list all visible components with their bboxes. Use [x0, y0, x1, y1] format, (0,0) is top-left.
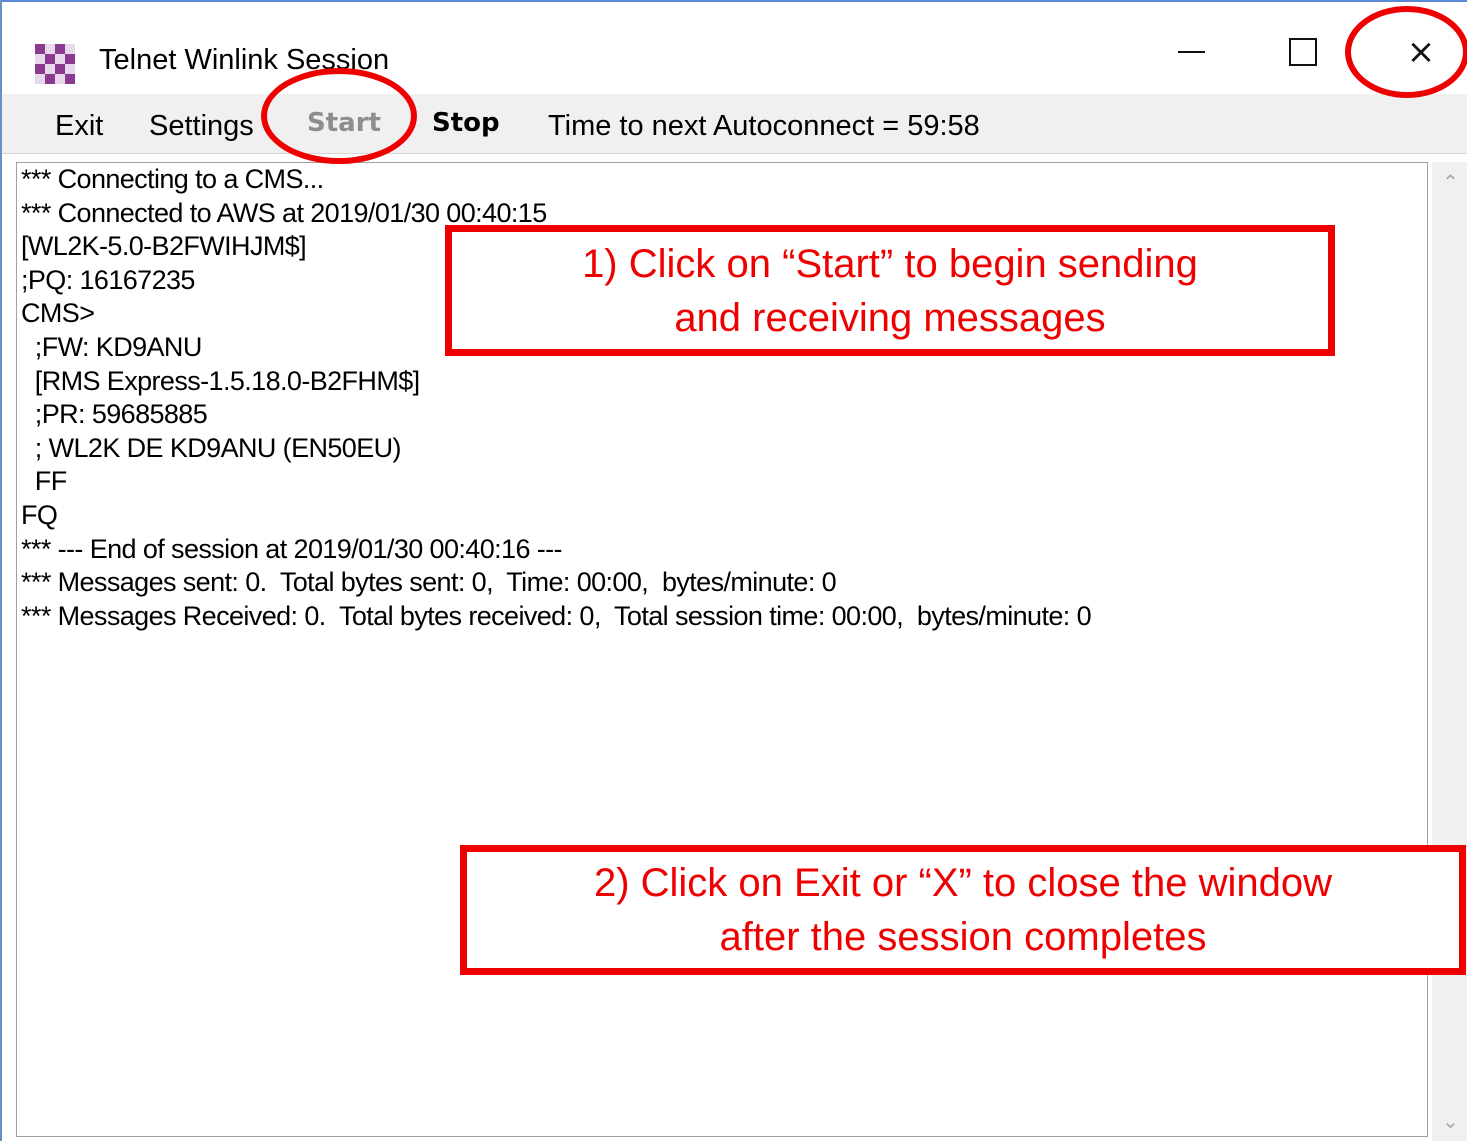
chevron-down-icon[interactable]: ⌄ [1432, 1103, 1467, 1139]
log-line: *** Messages Received: 0. Total bytes re… [21, 600, 1092, 631]
annotation-step-1-line-1: 1) Click on “Start” to begin sending [582, 241, 1198, 286]
menu-settings[interactable]: Settings [149, 110, 254, 143]
app-icon [35, 44, 75, 84]
window-top-border [2, 0, 1467, 10]
log-line: ; WL2K DE KD9ANU (EN50EU) [21, 432, 402, 463]
menu-stop[interactable]: Stop [432, 108, 500, 138]
autoconnect-timer: Time to next Autoconnect = 59:58 [548, 110, 980, 142]
annotation-step-1-line-2: and receiving messages [674, 295, 1106, 340]
log-line: ;PR: 59685885 [21, 399, 208, 430]
annotation-step-2-line-2: after the session completes [719, 915, 1207, 959]
vertical-scrollbar[interactable]: ⌃ ⌄ [1432, 162, 1467, 1141]
annotation-step-2-line-1: 2) Click on Exit or “X” to close the win… [593, 861, 1333, 905]
minimize-icon [1177, 51, 1205, 53]
maximize-icon [1289, 38, 1317, 66]
chevron-up-icon[interactable]: ⌃ [1432, 164, 1467, 200]
log-line: FF [21, 466, 67, 497]
close-highlight-circle [1345, 6, 1467, 98]
log-line: FQ [21, 499, 58, 530]
annotation-step-2: 2) Click on Exit or “X” to close the win… [460, 845, 1466, 975]
maximize-button[interactable] [1271, 24, 1335, 80]
minimize-button[interactable] [1159, 24, 1223, 80]
log-line: *** Connecting to a CMS... [21, 164, 324, 194]
menu-exit[interactable]: Exit [55, 110, 103, 143]
annotation-step-1: 1) Click on “Start” to begin sending and… [445, 225, 1335, 356]
log-line: *** Messages sent: 0. Total bytes sent: … [21, 567, 837, 598]
log-line: *** --- End of session at 2019/01/30 00:… [21, 533, 563, 564]
title-bar[interactable]: Telnet Winlink Session [2, 10, 1467, 94]
menu-bar: Exit Settings Start Stop Time to next Au… [2, 94, 1467, 154]
start-highlight-circle [261, 68, 417, 164]
telnet-winlink-session-window: Telnet Winlink Session × Exit Settings S… [0, 0, 1467, 1141]
log-line: [RMS Express-1.5.18.0-B2FHM$] [21, 365, 420, 396]
